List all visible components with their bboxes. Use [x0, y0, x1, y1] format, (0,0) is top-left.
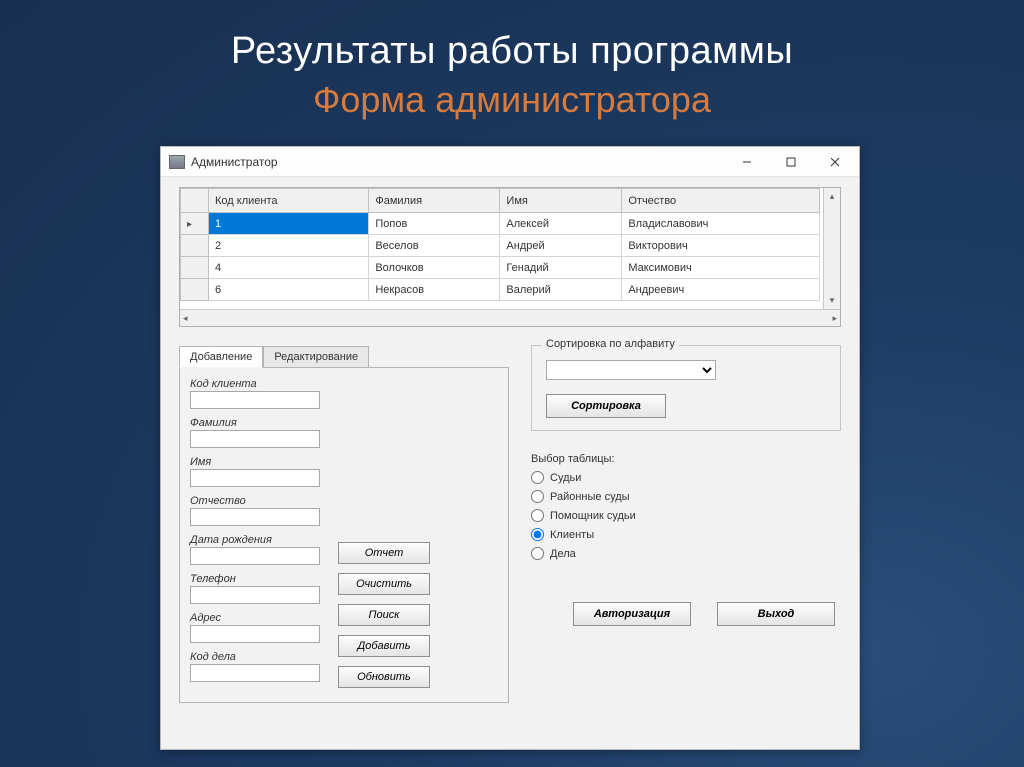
minimize-button[interactable]	[725, 148, 769, 176]
radio-input[interactable]	[531, 528, 544, 541]
cell-id[interactable]: 4	[209, 257, 369, 279]
clients-grid[interactable]: Код клиента Фамилия Имя Отчество 1ПоповА…	[179, 187, 841, 327]
radio-item[interactable]: Клиенты	[531, 528, 841, 541]
cell-patronymic[interactable]: Максимович	[622, 257, 820, 279]
scroll-right-icon[interactable]: ▸	[832, 313, 837, 324]
radio-label: Клиенты	[550, 529, 594, 541]
cell-firstname[interactable]: Андрей	[500, 235, 622, 257]
table-select-label: Выбор таблицы:	[531, 453, 841, 465]
row-indicator	[181, 279, 209, 301]
tab-add[interactable]: Добавление	[179, 346, 263, 368]
row-indicator	[181, 257, 209, 279]
radio-label: Помощник судьи	[550, 510, 636, 522]
window-title: Администратор	[191, 155, 278, 169]
radio-item[interactable]: Судьи	[531, 471, 841, 484]
table-row[interactable]: 1ПоповАлексейВладиславович	[181, 213, 820, 235]
grid-rowheader-col	[181, 189, 209, 213]
cell-lastname[interactable]: Веселов	[369, 235, 500, 257]
label-firstname: Имя	[190, 456, 320, 468]
cell-firstname[interactable]: Генадий	[500, 257, 622, 279]
add-panel: Код клиента Фамилия Имя Отчество Дата ро…	[179, 367, 509, 703]
radio-label: Дела	[550, 548, 576, 560]
table-row[interactable]: 4ВолочковГенадийМаксимович	[181, 257, 820, 279]
cell-patronymic[interactable]: Викторович	[622, 235, 820, 257]
update-button[interactable]: Обновить	[338, 666, 430, 688]
input-patronymic[interactable]	[190, 508, 320, 526]
sort-select[interactable]	[546, 360, 716, 380]
admin-window: Администратор Код клиента Фамилия	[160, 146, 860, 750]
radio-input[interactable]	[531, 490, 544, 503]
cell-lastname[interactable]: Некрасов	[369, 279, 500, 301]
input-case-code[interactable]	[190, 664, 320, 682]
report-button[interactable]: Отчет	[338, 542, 430, 564]
label-client-code: Код клиента	[190, 378, 320, 390]
input-firstname[interactable]	[190, 469, 320, 487]
radio-input[interactable]	[531, 509, 544, 522]
row-indicator	[181, 235, 209, 257]
radio-input[interactable]	[531, 471, 544, 484]
grid-col-lastname[interactable]: Фамилия	[369, 189, 500, 213]
grid-horizontal-scrollbar[interactable]: ◂ ▸	[180, 309, 840, 326]
input-birthdate[interactable]	[190, 547, 320, 565]
sort-legend: Сортировка по алфавиту	[542, 338, 679, 350]
cell-firstname[interactable]: Валерий	[500, 279, 622, 301]
cell-patronymic[interactable]: Владиславович	[622, 213, 820, 235]
sort-button[interactable]: Сортировка	[546, 394, 666, 418]
cell-lastname[interactable]: Попов	[369, 213, 500, 235]
label-birthdate: Дата рождения	[190, 534, 320, 546]
close-button[interactable]	[813, 148, 857, 176]
add-button[interactable]: Добавить	[338, 635, 430, 657]
sort-groupbox: Сортировка по алфавиту Сортировка	[531, 345, 841, 431]
tab-edit[interactable]: Редактирование	[263, 346, 369, 368]
label-case-code: Код дела	[190, 651, 320, 663]
titlebar: Администратор	[161, 147, 859, 177]
radio-item[interactable]: Дела	[531, 547, 841, 560]
input-address[interactable]	[190, 625, 320, 643]
scroll-left-icon[interactable]: ◂	[183, 313, 188, 324]
input-phone[interactable]	[190, 586, 320, 604]
table-select-group: Выбор таблицы: Судьи Районные суды Помощни…	[531, 453, 841, 560]
radio-item[interactable]: Районные суды	[531, 490, 841, 503]
cell-firstname[interactable]: Алексей	[500, 213, 622, 235]
input-lastname[interactable]	[190, 430, 320, 448]
slide-title: Результаты работы программы	[0, 30, 1024, 73]
search-button[interactable]: Поиск	[338, 604, 430, 626]
grid-vertical-scrollbar[interactable]: ▴ ▾	[823, 188, 840, 309]
radio-item[interactable]: Помощник судьи	[531, 509, 841, 522]
app-icon	[169, 155, 185, 169]
label-phone: Телефон	[190, 573, 320, 585]
radio-label: Судьи	[550, 472, 581, 484]
scroll-up-icon[interactable]: ▴	[824, 188, 840, 205]
radio-label: Районные суды	[550, 491, 630, 503]
label-address: Адрес	[190, 612, 320, 624]
cell-patronymic[interactable]: Андреевич	[622, 279, 820, 301]
grid-col-firstname[interactable]: Имя	[500, 189, 622, 213]
cell-id[interactable]: 6	[209, 279, 369, 301]
clear-button[interactable]: Очистить	[338, 573, 430, 595]
label-patronymic: Отчество	[190, 495, 320, 507]
slide-header: Результаты работы программы Форма админи…	[0, 0, 1024, 121]
radio-input[interactable]	[531, 547, 544, 560]
auth-button[interactable]: Авторизация	[573, 602, 691, 626]
row-indicator	[181, 213, 209, 235]
label-lastname: Фамилия	[190, 417, 320, 429]
maximize-button[interactable]	[769, 148, 813, 176]
cell-lastname[interactable]: Волочков	[369, 257, 500, 279]
cell-id[interactable]: 1	[209, 213, 369, 235]
grid-col-patronymic[interactable]: Отчество	[622, 189, 820, 213]
input-client-code[interactable]	[190, 391, 320, 409]
table-row[interactable]: 2ВеселовАндрейВикторович	[181, 235, 820, 257]
scroll-down-icon[interactable]: ▾	[824, 292, 840, 309]
table-row[interactable]: 6НекрасовВалерийАндреевич	[181, 279, 820, 301]
exit-button[interactable]: Выход	[717, 602, 835, 626]
slide-subtitle: Форма администратора	[0, 79, 1024, 121]
cell-id[interactable]: 2	[209, 235, 369, 257]
grid-col-id[interactable]: Код клиента	[209, 189, 369, 213]
